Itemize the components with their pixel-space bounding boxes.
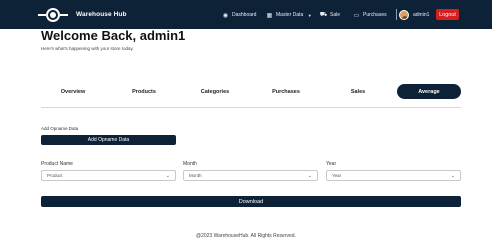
nav-divider bbox=[396, 9, 397, 20]
nav-item-purchases[interactable]: ▭ Purchases bbox=[353, 10, 387, 20]
opname-section-label: Add Opname Data bbox=[41, 126, 79, 131]
master-data-icon: ▦ bbox=[266, 12, 273, 19]
user-menu[interactable]: admin1 bbox=[399, 8, 429, 21]
add-opname-button[interactable]: Add Opname Data bbox=[41, 135, 176, 145]
tab-overview[interactable]: Overview bbox=[41, 84, 105, 99]
product-name-label: Product Name bbox=[41, 161, 73, 167]
cart-icon: ⛟ bbox=[319, 12, 328, 18]
dashboard-icon: ◉ bbox=[222, 12, 229, 19]
nav-item-dashboard[interactable]: ◉ Dashboard bbox=[222, 10, 257, 20]
purchases-icon: ▭ bbox=[353, 12, 360, 19]
tab-sales[interactable]: Sales bbox=[326, 84, 390, 99]
year-label: Year bbox=[326, 161, 337, 167]
brand-name: Warehouse Hub bbox=[76, 11, 127, 18]
year-select[interactable]: Year ⌄ bbox=[326, 170, 461, 181]
month-select-value: Month bbox=[189, 173, 202, 178]
username: admin1 bbox=[413, 11, 430, 18]
nav-item-sale[interactable]: ⛟ Sale bbox=[320, 10, 340, 20]
product-select-value: Product bbox=[47, 173, 63, 178]
product-select[interactable]: Product ⌄ bbox=[41, 170, 176, 181]
chevron-down-icon: ⌄ bbox=[165, 173, 170, 179]
tabs-divider bbox=[41, 107, 461, 108]
warehouse-logo-icon bbox=[38, 7, 68, 23]
page-subtitle: Here's what's happening with your store … bbox=[41, 46, 134, 51]
download-button[interactable]: Download bbox=[41, 196, 461, 207]
footer-copyright: @2023 WarehouseHub. All Rights Reserved. bbox=[196, 233, 296, 239]
nav-item-label: Dashboard bbox=[232, 12, 257, 18]
chevron-down-icon: ▼ bbox=[307, 12, 312, 18]
tab-average[interactable]: Average bbox=[397, 84, 461, 99]
brand[interactable]: Warehouse Hub bbox=[38, 6, 127, 23]
chevron-down-icon: ⌄ bbox=[450, 173, 455, 179]
top-navbar: Warehouse Hub ◉ Dashboard ▦ Master Data … bbox=[0, 0, 492, 29]
month-select[interactable]: Month ⌄ bbox=[183, 170, 318, 181]
nav-item-label: Master Data bbox=[276, 12, 304, 18]
year-select-value: Year bbox=[332, 173, 342, 178]
tab-purchases[interactable]: Purchases bbox=[254, 84, 318, 99]
nav-item-label: Sale bbox=[330, 12, 341, 18]
chevron-down-icon: ⌄ bbox=[307, 173, 312, 179]
nav-item-label: Purchases bbox=[363, 12, 387, 18]
nav-item-master-data[interactable]: ▦ Master Data ▼ bbox=[266, 10, 313, 20]
logout-button[interactable]: Logout bbox=[436, 9, 459, 20]
tab-products[interactable]: Products bbox=[112, 84, 176, 99]
tab-categories[interactable]: Categories bbox=[183, 84, 247, 99]
page-title: Welcome Back, admin1 bbox=[41, 28, 186, 43]
avatar bbox=[399, 9, 409, 20]
month-label: Month bbox=[183, 161, 197, 167]
